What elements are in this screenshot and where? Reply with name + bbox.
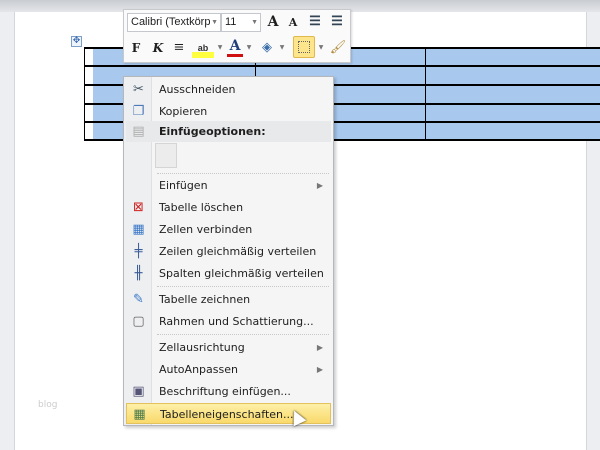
menu-item-label: Zellen verbinden [159, 223, 253, 236]
menu-item-label: Tabelle löschen [159, 201, 244, 214]
menu-item-ausschneiden[interactable]: ✂ Ausschneiden [126, 79, 331, 100]
borders-dropdown[interactable]: ▼ [317, 38, 325, 58]
grow-font-button[interactable]: A [265, 12, 281, 32]
menu-item-tabelle-loeschen[interactable]: ⊠ Tabelle löschen [126, 197, 331, 218]
menu-item-label: Zeilen gleichmäßig verteilen [159, 245, 317, 258]
decrease-indent-button[interactable]: ☰ [307, 12, 323, 32]
table-move-handle[interactable]: ✥ [71, 36, 82, 47]
shrink-font-button[interactable]: A [286, 13, 300, 33]
format-painter-button[interactable]: 🖌 [329, 38, 347, 58]
menu-item-autoanpassen[interactable]: AutoAnpassen ▶ [126, 359, 331, 380]
decrease-indent-icon: ☰ [309, 14, 321, 29]
draw-table-icon: ✎ [133, 292, 144, 307]
copy-icon: ❐ [132, 104, 145, 119]
font-select[interactable]: Calibri (Textkörp ▼ [127, 13, 221, 32]
shading-dropdown[interactable]: ▼ [278, 38, 286, 58]
menu-item-label: Kopieren [159, 105, 208, 118]
menu-item-tabelle-zeichnen[interactable]: ✎ Tabelle zeichnen [126, 289, 331, 310]
menu-item-zellen-verbinden[interactable]: ▦ Zellen verbinden [126, 219, 331, 240]
grow-font-icon: A [267, 14, 279, 30]
shrink-font-icon: A [288, 16, 298, 29]
menu-item-label: Rahmen und Schattierung... [159, 315, 314, 328]
menu-item-label: AutoAnpassen [159, 363, 238, 376]
submenu-arrow-icon: ▶ [316, 365, 323, 374]
highlight-button[interactable]: ab [192, 38, 214, 58]
submenu-arrow-icon: ▶ [316, 343, 323, 352]
center-align-icon: ≡ [173, 40, 185, 55]
format-painter-icon: 🖌 [329, 40, 347, 55]
increase-indent-button[interactable]: ☰ [329, 12, 345, 32]
chevron-down-icon: ▼ [251, 19, 258, 26]
menu-item-label: Ausschneiden [159, 83, 236, 96]
font-size-value: 11 [225, 16, 237, 28]
menu-item-kopieren[interactable]: ❐ Kopieren [126, 101, 331, 122]
bold-icon: F [131, 41, 141, 55]
context-menu: ✂ Ausschneiden ❐ Kopieren ▤ Einfügeoptionen… [123, 76, 334, 426]
menu-item-label: Einfügeoptionen: [159, 125, 266, 138]
increase-indent-icon: ☰ [331, 14, 343, 29]
font-color-button[interactable]: A [227, 38, 243, 57]
borders-icon [298, 41, 310, 53]
paint-bucket-icon: ◈ [262, 40, 272, 55]
borders-shading-icon: ▢ [132, 314, 145, 329]
menu-item-label: Spalten gleichmäßig verteilen [159, 267, 324, 280]
menu-item-spalten-verteilen[interactable]: ╫ Spalten gleichmäßig verteilen [126, 263, 331, 284]
menu-item-label: Einfügen [159, 179, 208, 192]
italic-button[interactable]: K [150, 38, 166, 58]
menu-item-label: Tabelleneigenschaften... [160, 408, 294, 421]
menu-item-einfuegen[interactable]: Einfügen ▶ [126, 175, 331, 196]
menu-item-label: Beschriftung einfügen... [159, 385, 291, 398]
font-value: Calibri (Textkörp [131, 16, 211, 28]
scissors-icon: ✂ [133, 82, 144, 97]
distribute-columns-icon: ╫ [134, 266, 143, 281]
highlight-icon: ab [197, 43, 209, 53]
page-margin-left [0, 12, 15, 450]
menu-item-zellausrichtung[interactable]: Zellausrichtung ▶ [126, 337, 331, 358]
chevron-down-icon: ▼ [211, 19, 218, 26]
center-button[interactable]: ≡ [171, 38, 187, 58]
menu-item-label: Zellausrichtung [159, 341, 245, 354]
font-color-icon: A [229, 38, 241, 54]
submenu-arrow-icon: ▶ [316, 181, 323, 190]
paste-options-header: ▤ Einfügeoptionen: [126, 121, 331, 142]
menu-item-rahmen[interactable]: ▢ Rahmen und Schattierung... [126, 311, 331, 332]
menu-item-label: Tabelle zeichnen [159, 293, 251, 306]
shading-button[interactable]: ◈ [258, 38, 276, 58]
font-color-dropdown[interactable]: ▼ [245, 38, 253, 58]
menu-item-zeilen-verteilen[interactable]: ╪ Zeilen gleichmäßig verteilen [126, 241, 331, 262]
menu-item-beschriftung[interactable]: ▣ Beschriftung einfügen... [126, 381, 331, 402]
delete-table-icon: ⊠ [133, 200, 144, 215]
italic-icon: K [152, 41, 164, 55]
paste-icon: ▤ [132, 124, 145, 139]
mini-toolbar: Calibri (Textkörp ▼ 11 ▼ A A ☰ ☰ F K ≡ ab … [123, 9, 351, 63]
paste-option-button[interactable] [155, 143, 177, 168]
bold-button[interactable]: F [128, 38, 144, 58]
font-size-select[interactable]: 11 ▼ [221, 13, 261, 32]
borders-button[interactable] [293, 36, 315, 58]
table-properties-icon: ▦ [133, 407, 146, 422]
distribute-rows-icon: ╪ [134, 244, 143, 259]
highlight-dropdown[interactable]: ▼ [216, 38, 224, 58]
watermark: blog [38, 400, 58, 410]
caption-icon: ▣ [132, 384, 145, 399]
merge-cells-icon: ▦ [132, 222, 145, 237]
